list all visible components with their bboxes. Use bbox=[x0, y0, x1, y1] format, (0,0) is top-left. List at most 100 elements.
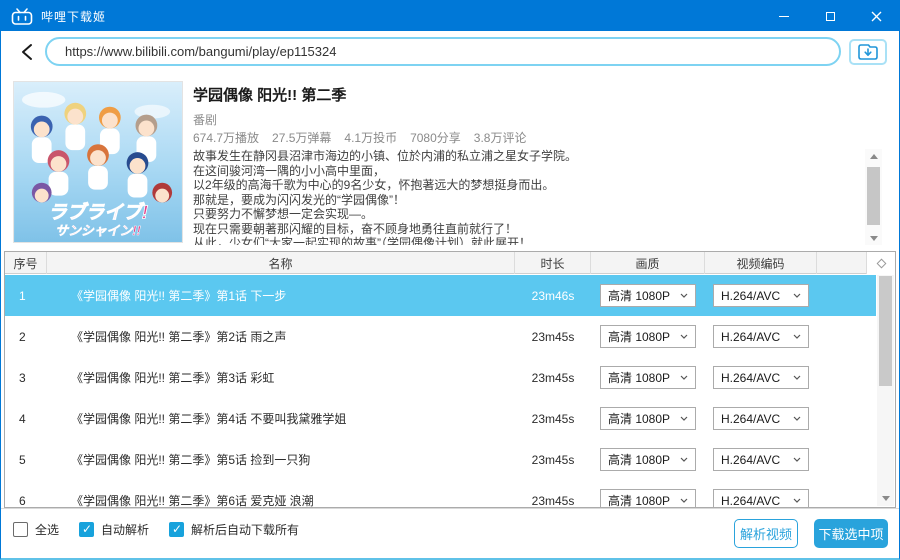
video-description: 故事发生在静冈县沼津市海边的小镇、位於内浦的私立浦之星女子学院。 在这间骏河湾一… bbox=[193, 149, 853, 245]
select-all-checkbox[interactable] bbox=[13, 522, 28, 537]
description-scrollbar-thumb[interactable] bbox=[867, 167, 880, 225]
auto-download-checkbox[interactable] bbox=[169, 522, 185, 537]
auto-parse-label: 自动解析 bbox=[101, 523, 150, 537]
chevron-down-icon bbox=[793, 498, 801, 503]
maximize-button[interactable] bbox=[807, 1, 853, 31]
scroll-up-icon[interactable] bbox=[865, 149, 882, 163]
row-duration: 23m45s bbox=[531, 329, 575, 344]
quality-value: 高清 1080P bbox=[608, 453, 671, 467]
url-bar bbox=[45, 37, 841, 66]
description-line: 在这间骏河湾一隅的小小高中里面， bbox=[193, 163, 386, 178]
select-all-group[interactable]: 全选 bbox=[13, 521, 59, 538]
chevron-down-icon bbox=[680, 457, 688, 462]
row-index: 5 bbox=[19, 452, 26, 467]
quality-dropdown[interactable]: 高清 1080P bbox=[600, 284, 696, 307]
quality-value: 高清 1080P bbox=[608, 412, 671, 426]
quality-dropdown[interactable]: 高清 1080P bbox=[600, 448, 696, 471]
auto-parse-checkbox[interactable] bbox=[79, 522, 95, 537]
row-name: 《学园偶像 阳光!! 第二季》第3话 彩虹 bbox=[71, 371, 275, 385]
codec-value: H.264/AVC bbox=[721, 288, 781, 303]
codec-value: H.264/AVC bbox=[721, 411, 781, 426]
row-name: 《学园偶像 阳光!! 第二季》第2话 雨之声 bbox=[71, 330, 287, 344]
table-row[interactable]: 3 《学园偶像 阳光!! 第二季》第3话 彩虹 23m45s 高清 1080P … bbox=[5, 357, 876, 398]
fetch-url-button[interactable] bbox=[849, 39, 887, 65]
video-type-label: 番剧 bbox=[193, 113, 218, 127]
scroll-down-icon[interactable] bbox=[865, 231, 882, 245]
codec-dropdown[interactable]: H.264/AVC bbox=[713, 448, 809, 471]
diamond-icon bbox=[876, 258, 886, 268]
table-row[interactable]: 1 《学园偶像 阳光!! 第二季》第1话 下一步 23m46s 高清 1080P… bbox=[5, 275, 876, 316]
description-line: 只要努力不懈梦想一定会实现—。 bbox=[193, 207, 374, 221]
chevron-down-icon bbox=[793, 416, 801, 421]
video-title: 学园偶像 阳光!! 第二季 bbox=[193, 87, 347, 104]
quality-value: 高清 1080P bbox=[608, 330, 671, 344]
poster-logo-line1: ラブライブ! bbox=[48, 201, 148, 222]
row-duration: 23m45s bbox=[531, 411, 575, 426]
codec-dropdown[interactable]: H.264/AVC bbox=[713, 407, 809, 430]
back-button[interactable] bbox=[14, 39, 40, 65]
description-line: 那就是，要成为闪闪发光的“学园偶像”！ bbox=[193, 192, 405, 207]
codec-value: H.264/AVC bbox=[721, 370, 781, 385]
header-codec: 视频编码 bbox=[705, 252, 817, 274]
codec-value: H.264/AVC bbox=[721, 493, 781, 508]
titlebar: 哔哩下载姬 bbox=[1, 1, 899, 31]
chevron-down-icon bbox=[680, 334, 688, 339]
row-name: 《学园偶像 阳光!! 第二季》第5话 捡到一只狗 bbox=[71, 453, 311, 467]
row-index: 1 bbox=[19, 288, 26, 303]
column-options-button[interactable] bbox=[867, 252, 895, 274]
row-name: 《学园偶像 阳光!! 第二季》第1话 下一步 bbox=[71, 289, 287, 303]
auto-download-group[interactable]: 解析后自动下载所有 bbox=[169, 521, 299, 538]
header-blank bbox=[817, 252, 867, 274]
quality-dropdown[interactable]: 高清 1080P bbox=[600, 366, 696, 389]
quality-dropdown[interactable]: 高清 1080P bbox=[600, 325, 696, 348]
chevron-down-icon bbox=[680, 416, 688, 421]
description-line: 故事发生在静冈县沼津市海边的小镇、位於内浦的私立浦之星女子学院。 bbox=[193, 149, 578, 163]
navbar bbox=[1, 31, 899, 71]
episode-table: 序号 名称 时长 画质 视频编码 1 《学园偶像 阳光!! 第二季》第1话 下一… bbox=[4, 251, 896, 508]
description-scrollbar[interactable] bbox=[865, 149, 882, 245]
minimize-button[interactable] bbox=[761, 1, 807, 31]
table-scrollbar-thumb[interactable] bbox=[879, 276, 892, 386]
chevron-down-icon bbox=[680, 375, 688, 380]
quality-value: 高清 1080P bbox=[608, 494, 671, 507]
close-icon bbox=[871, 11, 881, 21]
quality-value: 高清 1080P bbox=[608, 371, 671, 385]
scroll-down-icon[interactable] bbox=[877, 491, 894, 506]
url-input[interactable] bbox=[47, 39, 839, 64]
table-scrollbar[interactable] bbox=[877, 275, 894, 506]
auto-download-label: 解析后自动下载所有 bbox=[191, 523, 300, 537]
codec-dropdown[interactable]: H.264/AVC bbox=[713, 325, 809, 348]
codec-dropdown[interactable]: H.264/AVC bbox=[713, 284, 809, 307]
row-duration: 23m46s bbox=[531, 288, 575, 303]
parse-video-button[interactable]: 解析视频 bbox=[734, 519, 798, 548]
app-window: 哔哩下载姬 https://www.bilibili.com/bangumi/p… bbox=[0, 0, 900, 560]
window-controls bbox=[761, 1, 899, 31]
minimize-icon bbox=[779, 15, 789, 17]
row-duration: 23m45s bbox=[531, 452, 575, 467]
maximize-icon bbox=[825, 11, 835, 21]
download-selected-button[interactable]: 下载选中项 bbox=[814, 519, 888, 548]
auto-parse-group[interactable]: 自动解析 bbox=[79, 521, 149, 538]
select-all-label: 全选 bbox=[35, 523, 60, 537]
quality-dropdown[interactable]: 高清 1080P bbox=[600, 407, 696, 430]
header-duration: 时长 bbox=[515, 252, 591, 274]
stat-shares: 7080分享 bbox=[410, 131, 461, 145]
close-button[interactable] bbox=[853, 1, 899, 31]
quality-dropdown[interactable]: 高清 1080P bbox=[600, 489, 696, 507]
stat-coins: 4.1万投币 bbox=[344, 131, 398, 145]
row-duration: 23m45s bbox=[531, 493, 575, 508]
table-row[interactable]: 5 《学园偶像 阳光!! 第二季》第5话 捡到一只狗 23m45s 高清 108… bbox=[5, 439, 876, 480]
codec-dropdown[interactable]: H.264/AVC bbox=[713, 489, 809, 507]
row-index: 2 bbox=[19, 329, 26, 344]
codec-dropdown[interactable]: H.264/AVC bbox=[713, 366, 809, 389]
table-row[interactable]: 2 《学园偶像 阳光!! 第二季》第2话 雨之声 23m45s 高清 1080P… bbox=[5, 316, 876, 357]
table-row[interactable]: 6 《学园偶像 阳光!! 第二季》第6话 爱克娅 浪潮 23m45s 高清 10… bbox=[5, 480, 876, 507]
app-title: 哔哩下载姬 bbox=[41, 9, 107, 24]
table-row[interactable]: 4 《学园偶像 阳光!! 第二季》第4话 不要叫我黛雅学姐 23m45s 高清 … bbox=[5, 398, 876, 439]
table-header: 序号 名称 时长 画质 视频编码 bbox=[5, 252, 895, 274]
stat-plays: 674.7万播放 bbox=[193, 131, 260, 145]
row-name: 《学园偶像 阳光!! 第二季》第6话 爱克娅 浪潮 bbox=[71, 494, 314, 507]
header-quality: 画质 bbox=[591, 252, 705, 274]
row-index: 4 bbox=[19, 411, 26, 426]
row-name: 《学园偶像 阳光!! 第二季》第4话 不要叫我黛雅学姐 bbox=[71, 412, 347, 426]
